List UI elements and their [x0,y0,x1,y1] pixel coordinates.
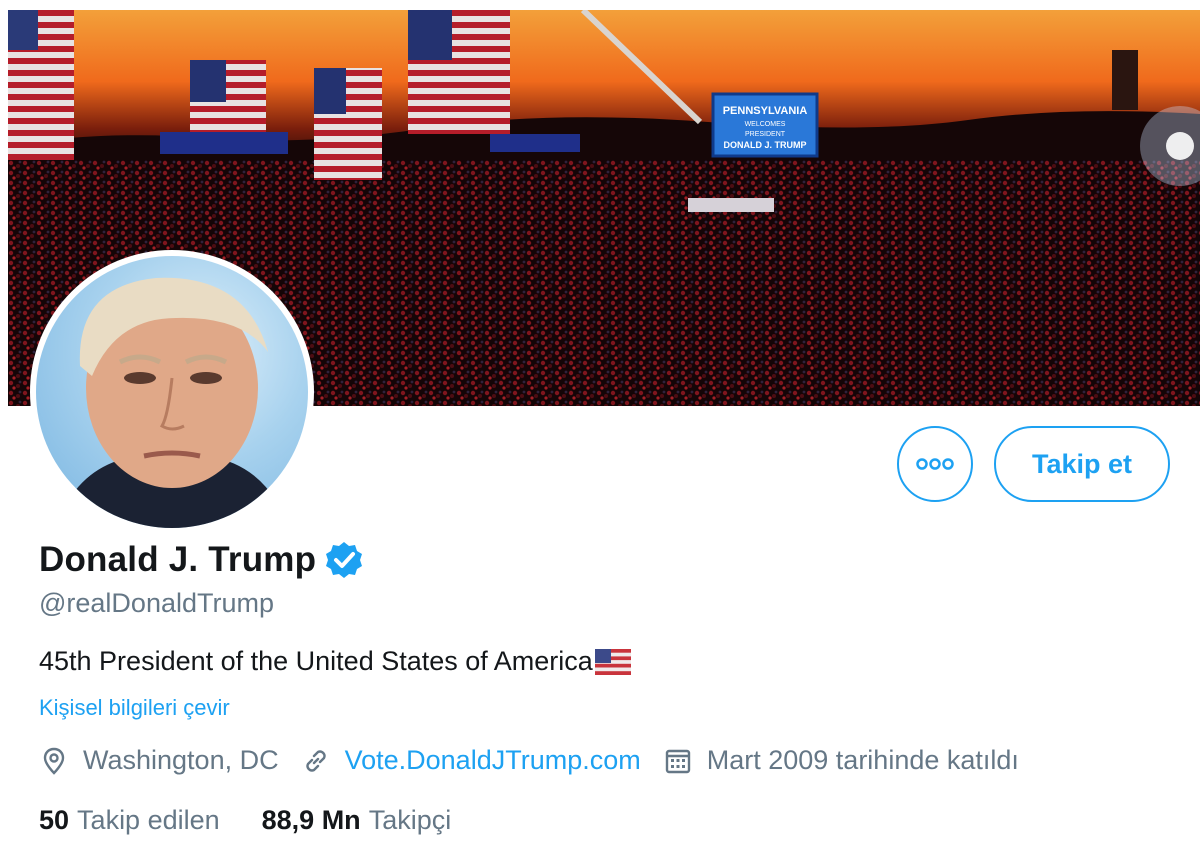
verified-badge-icon [326,542,363,578]
followers-count: 88,9 Mn [261,805,361,835]
us-flag-icon [594,648,631,675]
profile-page: PENNSYLVANIA WELCOMES PRESIDENT DONALD J… [0,0,1200,855]
display-name: Donald J. Trump [39,540,317,579]
name-row: Donald J. Trump [39,540,364,580]
bio-text: 45th President of the United States of A… [39,646,593,676]
location-text: Washington, DC [83,745,279,775]
profile-bio: 45th President of the United States of A… [39,646,631,677]
following-count: 50 [39,805,70,835]
more-dots-icon [916,458,954,470]
website[interactable]: Vote.DonaldJTrump.com [301,745,641,776]
calendar-icon [665,749,690,773]
flag-left-edge [8,10,74,160]
website-link[interactable]: Vote.DonaldJTrump.com [345,745,641,776]
svg-text:PENNSYLVANIA: PENNSYLVANIA [723,105,808,117]
location: Washington, DC [39,745,279,776]
location-pin-icon [43,747,65,775]
username-handle: @realDonaldTrump [39,588,274,618]
followers-stat[interactable]: 88,9 Mn Takipçi [262,805,452,836]
follow-stats: 50 Takip edilen 88,9 Mn Takipçi [39,805,493,836]
svg-text:WELCOMES: WELCOMES [745,121,786,128]
link-icon [305,749,326,772]
avatar-image [36,256,308,528]
translate-bio-link[interactable]: Kişisel bilgileri çevir [39,695,230,721]
follow-button[interactable]: Takip et [994,426,1170,502]
svg-text:PRESIDENT: PRESIDENT [745,131,786,138]
flag-3 [408,10,510,134]
following-stat[interactable]: 50 Takip edilen [39,805,220,836]
svg-text:DONALD J. TRUMP: DONALD J. TRUMP [724,140,807,150]
more-options-button[interactable] [897,426,973,502]
flag-1 [190,60,266,140]
profile-meta: Washington, DC Vote.DonaldJTrump.com Mar… [39,745,1041,776]
flag-2 [314,68,382,180]
join-date: Mart 2009 tarihinde katıldı [663,745,1019,776]
following-label: Takip edilen [77,805,220,835]
join-date-text: Mart 2009 tarihinde katıldı [706,745,1019,775]
followers-label: Takipçi [368,805,452,835]
profile-avatar[interactable] [30,250,314,534]
